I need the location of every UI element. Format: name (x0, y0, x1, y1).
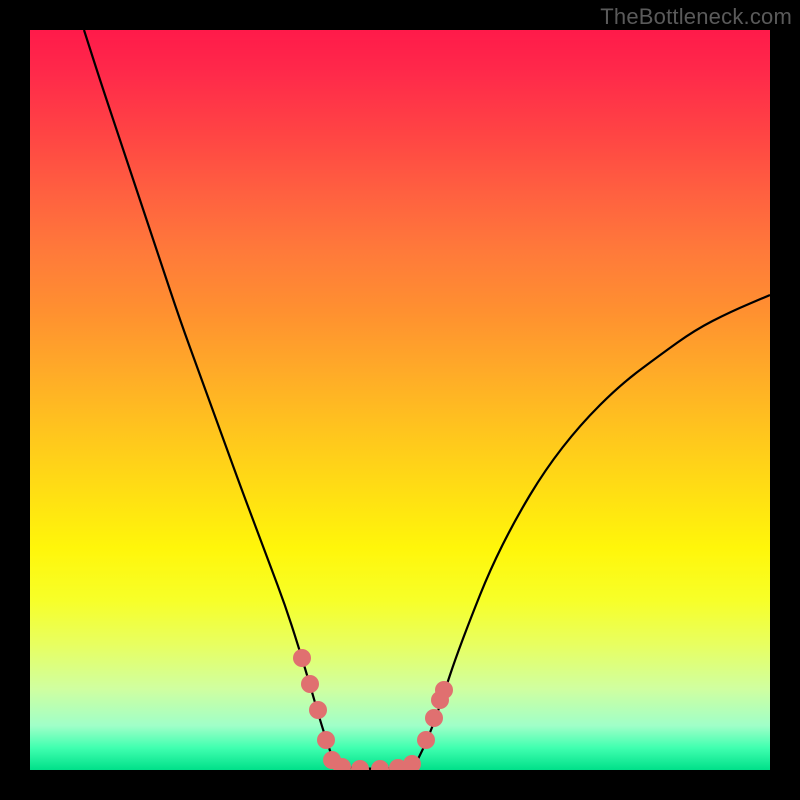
highlight-dot (293, 649, 311, 667)
chart-frame: TheBottleneck.com (0, 0, 800, 800)
watermark-text: TheBottleneck.com (600, 4, 792, 30)
highlight-dot (425, 709, 443, 727)
highlight-dot (417, 731, 435, 749)
plot-area (30, 30, 770, 770)
highlight-dot (317, 731, 335, 749)
highlight-dots (293, 649, 453, 770)
curve-right (415, 295, 770, 765)
highlight-dot (435, 681, 453, 699)
curve-layer (30, 30, 770, 770)
highlight-dot (351, 760, 369, 770)
highlight-dot (371, 760, 389, 770)
highlight-dot (301, 675, 319, 693)
highlight-dot (309, 701, 327, 719)
